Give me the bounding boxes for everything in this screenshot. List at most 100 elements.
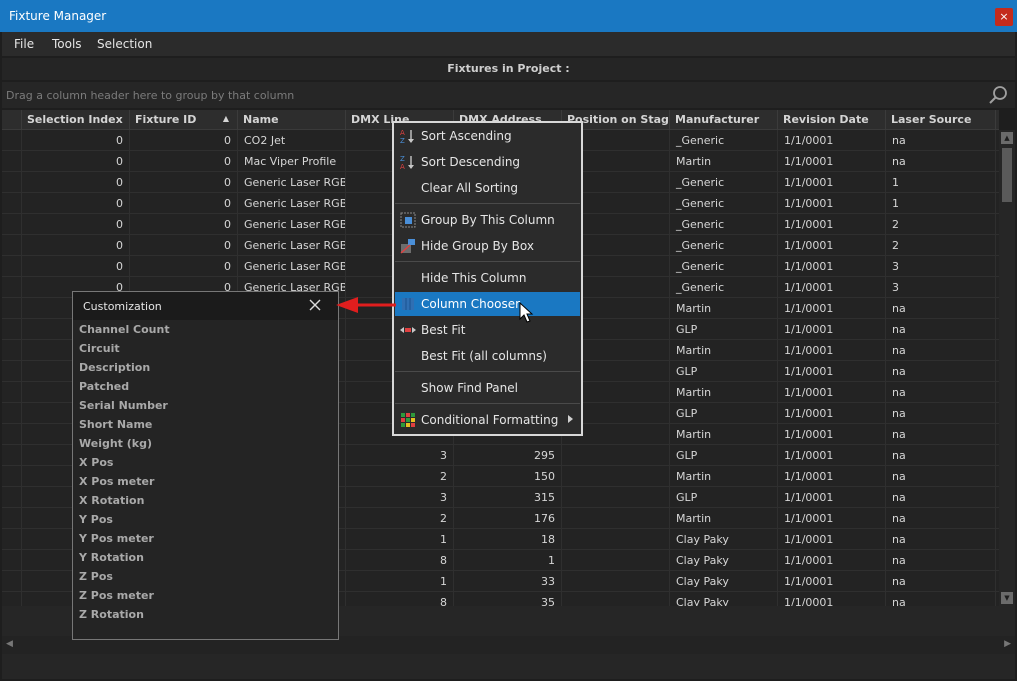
table-cell[interactable]: 1/1/0001 (778, 193, 886, 214)
menu-hide-group-by-box[interactable]: Hide Group By Box (395, 234, 580, 258)
column-header[interactable]: Revision Date (778, 110, 886, 130)
table-cell[interactable]: 0 (22, 193, 130, 214)
table-cell[interactable]: 1 (886, 193, 996, 214)
table-cell[interactable]: 1 (346, 529, 454, 550)
table-cell[interactable]: 8 (346, 592, 454, 606)
menu-sort-descending[interactable]: Z A Sort Descending (395, 150, 580, 174)
table-cell[interactable]: 1/1/0001 (778, 403, 886, 424)
table-cell[interactable]: na (886, 298, 996, 319)
table-cell[interactable]: 1/1/0001 (778, 235, 886, 256)
hidden-column-item[interactable]: X Pos meter (79, 475, 154, 488)
search-icon[interactable] (987, 84, 1009, 106)
table-cell[interactable]: na (886, 487, 996, 508)
menu-show-find-panel[interactable]: Show Find Panel (395, 376, 580, 400)
table-cell[interactable]: 1/1/0001 (778, 550, 886, 571)
table-cell[interactable]: Clay Paky (670, 592, 778, 606)
group-by-box[interactable]: Drag a column header here to group by th… (2, 82, 1015, 108)
table-cell[interactable]: 1/1/0001 (778, 361, 886, 382)
table-cell[interactable]: 0 (22, 256, 130, 277)
row-indicator[interactable] (2, 403, 22, 424)
scroll-left-icon[interactable]: ◀ (6, 639, 13, 649)
scroll-down-icon[interactable]: ▼ (1001, 592, 1013, 604)
table-cell[interactable]: 0 (130, 256, 238, 277)
row-indicator[interactable] (2, 172, 22, 193)
row-indicator[interactable] (2, 235, 22, 256)
table-cell[interactable]: 1/1/0001 (778, 466, 886, 487)
table-cell[interactable]: 2 (346, 508, 454, 529)
table-cell[interactable]: GLP (670, 361, 778, 382)
table-cell[interactable]: 1/1/0001 (778, 529, 886, 550)
table-cell[interactable]: na (886, 571, 996, 592)
table-cell[interactable]: 0 (22, 214, 130, 235)
row-indicator[interactable] (2, 550, 22, 571)
menu-conditional-formatting[interactable]: Conditional Formatting (395, 408, 580, 432)
table-cell[interactable] (562, 529, 670, 550)
hidden-column-item[interactable]: Description (79, 361, 150, 374)
menu-best-fit[interactable]: Best Fit (395, 318, 580, 342)
row-indicator[interactable] (2, 529, 22, 550)
vertical-scrollbar[interactable]: ▲ ▼ (999, 130, 1015, 606)
row-indicator[interactable] (2, 298, 22, 319)
hidden-column-item[interactable]: Serial Number (79, 399, 168, 412)
menu-tools[interactable]: Tools (52, 37, 82, 51)
hidden-column-item[interactable]: Weight (kg) (79, 437, 152, 450)
hidden-column-item[interactable]: Z Pos meter (79, 589, 154, 602)
hidden-column-item[interactable]: X Rotation (79, 494, 144, 507)
table-cell[interactable]: na (886, 424, 996, 445)
table-cell[interactable]: 3 (346, 487, 454, 508)
table-cell[interactable]: GLP (670, 319, 778, 340)
hidden-column-item[interactable]: Y Pos meter (79, 532, 154, 545)
table-cell[interactable] (562, 487, 670, 508)
row-indicator[interactable] (2, 319, 22, 340)
table-cell[interactable]: na (886, 130, 996, 151)
table-cell[interactable]: Martin (670, 151, 778, 172)
row-indicator[interactable] (2, 214, 22, 235)
hidden-column-item[interactable]: Z Rotation (79, 608, 144, 621)
table-cell[interactable]: na (886, 466, 996, 487)
table-cell[interactable]: 35 (454, 592, 562, 606)
row-indicator[interactable] (2, 130, 22, 151)
table-cell[interactable]: na (886, 319, 996, 340)
table-cell[interactable]: na (886, 508, 996, 529)
table-cell[interactable]: 1/1/0001 (778, 508, 886, 529)
table-cell[interactable] (562, 571, 670, 592)
table-cell[interactable]: 0 (22, 235, 130, 256)
hidden-column-item[interactable]: Circuit (79, 342, 120, 355)
table-cell[interactable]: 0 (130, 193, 238, 214)
hidden-column-item[interactable]: X Pos (79, 456, 113, 469)
hidden-column-item[interactable]: Short Name (79, 418, 152, 431)
table-cell[interactable]: 33 (454, 571, 562, 592)
table-cell[interactable]: _Generic (670, 256, 778, 277)
row-indicator[interactable] (2, 193, 22, 214)
table-cell[interactable]: 1/1/0001 (778, 571, 886, 592)
table-cell[interactable]: 150 (454, 466, 562, 487)
table-cell[interactable]: 0 (130, 172, 238, 193)
table-cell[interactable]: 1 (346, 571, 454, 592)
table-cell[interactable]: Martin (670, 382, 778, 403)
row-indicator[interactable] (2, 277, 22, 298)
column-header[interactable]: Name (238, 110, 346, 130)
menu-hide-column[interactable]: Hide This Column (395, 266, 580, 290)
table-cell[interactable]: 0 (130, 214, 238, 235)
table-cell[interactable]: 3 (346, 445, 454, 466)
hidden-column-item[interactable]: Patched (79, 380, 129, 393)
table-cell[interactable]: na (886, 529, 996, 550)
table-cell[interactable]: 1 (886, 172, 996, 193)
table-cell[interactable]: 1/1/0001 (778, 487, 886, 508)
table-cell[interactable]: Martin (670, 298, 778, 319)
table-cell[interactable] (562, 508, 670, 529)
table-cell[interactable]: 1/1/0001 (778, 277, 886, 298)
table-cell[interactable]: Generic Laser RGB ... (238, 214, 346, 235)
row-indicator[interactable] (2, 340, 22, 361)
row-indicator[interactable] (2, 256, 22, 277)
row-indicator[interactable] (2, 466, 22, 487)
scroll-up-icon[interactable]: ▲ (1001, 132, 1013, 144)
column-header[interactable]: Manufacturer (670, 110, 778, 130)
table-cell[interactable]: 2 (346, 466, 454, 487)
table-cell[interactable]: Martin (670, 508, 778, 529)
table-cell[interactable]: 1/1/0001 (778, 151, 886, 172)
menu-sort-ascending[interactable]: A Z Sort Ascending (395, 124, 580, 148)
menu-selection[interactable]: Selection (97, 37, 152, 51)
table-cell[interactable]: Mac Viper Profile (238, 151, 346, 172)
table-cell[interactable]: 8 (346, 550, 454, 571)
